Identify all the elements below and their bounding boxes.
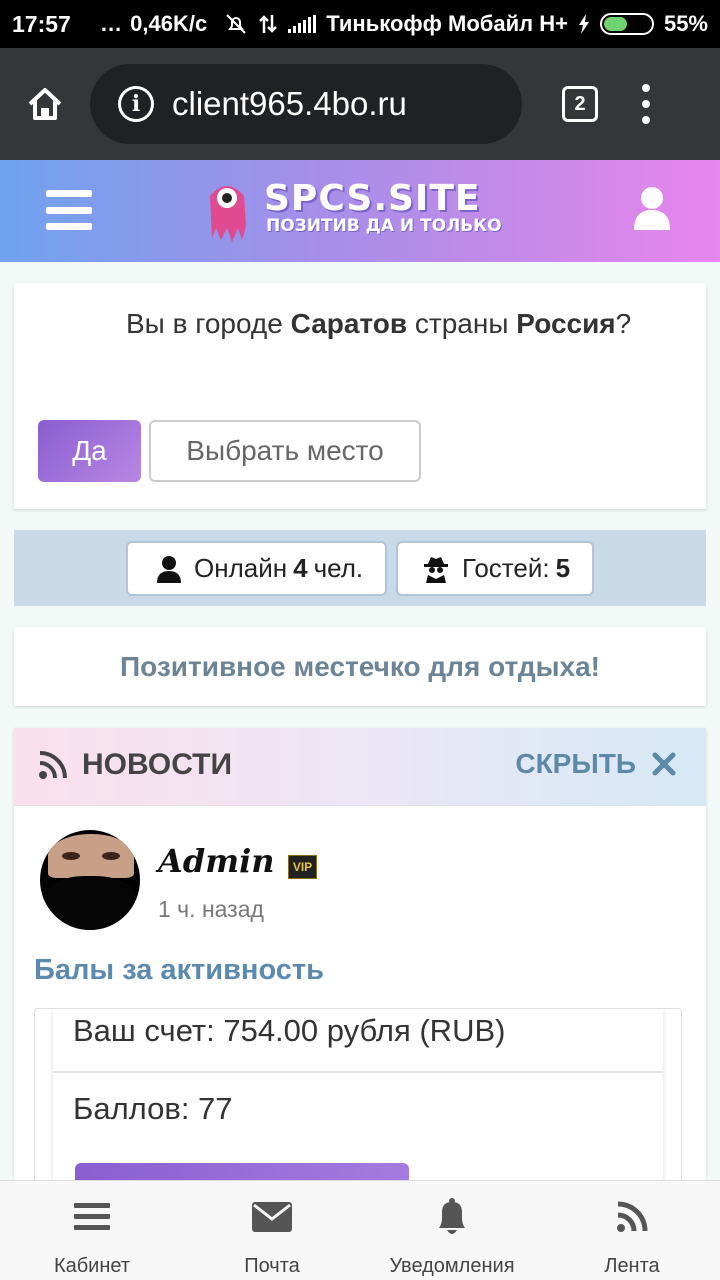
address-bar[interactable]: i client965.4bo.ru [90, 64, 522, 144]
battery-percent: 55% [663, 11, 708, 36]
online-count: 4 [293, 553, 308, 583]
site-logo[interactable]: SPCS.SITE ПОЗИТИВ ДА И ТОЛЬКО [200, 178, 520, 248]
city-name: Саратов [290, 308, 408, 339]
slogan-text: Позитивное местечко для отдыха! [120, 650, 600, 682]
slogan-card: Позитивное местечко для отдыха! [14, 627, 706, 706]
home-button[interactable] [0, 48, 90, 160]
post-balance-line: Ваш счет: 754.00 рубля (RUB) [73, 1013, 506, 1048]
close-icon [652, 752, 676, 776]
user-icon [157, 555, 181, 583]
url-text: client965.4bo.ru [172, 85, 407, 122]
rss-icon [617, 1201, 648, 1232]
country-name: Россия [516, 308, 616, 339]
online-suffix: чел. [313, 553, 364, 583]
tabs-button[interactable]: 2 [562, 86, 598, 122]
nav-feed[interactable]: Лента [572, 1181, 692, 1280]
charging-icon [578, 14, 589, 34]
city-prompt-card: Вы в городе Саратов страны Россия? Да Вы… [14, 283, 706, 509]
nav-notifications[interactable]: Уведомления [382, 1181, 522, 1280]
bottom-nav: Кабинет Почта Уведомления Лента [0, 1180, 720, 1280]
online-label: Онлайн [194, 553, 288, 583]
choose-place-button[interactable]: Выбрать место [149, 420, 421, 482]
online-bar: Онлайн 4 чел. Гостей: 5 [14, 530, 706, 606]
bell-icon [439, 1198, 465, 1234]
browser-toolbar: i client965.4bo.ru 2 [0, 48, 720, 160]
post-points-line: Баллов: 77 [73, 1091, 233, 1126]
avatar[interactable] [40, 830, 140, 930]
logo-monster-icon [210, 186, 246, 242]
site-header: SPCS.SITE ПОЗИТИВ ДА И ТОЛЬКО [0, 160, 720, 262]
home-icon [28, 88, 62, 120]
user-icon[interactable] [632, 186, 672, 230]
info-icon[interactable]: i [118, 86, 154, 122]
mute-bell-icon [226, 14, 247, 34]
status-notification-dots: ... [100, 11, 123, 36]
guests-label: Гостей: [462, 553, 550, 583]
hamburger-icon [74, 1203, 110, 1230]
news-title[interactable]: НОВОСТИ [38, 748, 232, 782]
status-bar: 17:57 ... 0,46K/c Тинькофф Мобайл H+ 55% [0, 0, 720, 48]
mail-icon [252, 1202, 292, 1232]
confirm-city-button[interactable]: Да [38, 420, 141, 482]
battery-icon [599, 13, 654, 35]
hamburger-icon[interactable] [46, 190, 92, 230]
nav-mail[interactable]: Почта [212, 1181, 332, 1280]
city-question: Вы в городе Саратов страны Россия? [126, 308, 632, 339]
post-time: 1 ч. назад [158, 896, 264, 922]
author-avatar[interactable] [40, 830, 140, 930]
status-net-speed: 0,46K/c [130, 11, 208, 36]
author-name[interactable]: Admin [158, 842, 274, 880]
signal-icon [288, 15, 317, 33]
status-carrier: Тинькофф Мобайл H+ [326, 11, 568, 36]
hide-news-button[interactable]: СКРЫТЬ [515, 748, 676, 780]
status-time: 17:57 [12, 10, 71, 37]
guests-button[interactable]: Гостей: 5 [396, 541, 594, 596]
divider [53, 1071, 663, 1073]
menu-dots-icon[interactable] [642, 84, 650, 124]
data-transfer-icon [259, 15, 278, 33]
logo-title: SPCS.SITE [264, 178, 481, 219]
rss-icon [39, 751, 67, 779]
news-header: НОВОСТИ СКРЫТЬ [14, 728, 706, 806]
online-users-button[interactable]: Онлайн 4 чел. [126, 541, 387, 596]
spy-icon [424, 556, 448, 583]
logo-subtitle: ПОЗИТИВ ДА И ТОЛЬКО [266, 216, 502, 236]
guests-count: 5 [555, 553, 571, 583]
post-title-link[interactable]: Балы за активность [34, 954, 324, 987]
nav-cabinet[interactable]: Кабинет [32, 1181, 152, 1280]
vip-badge: VIP [288, 855, 317, 879]
